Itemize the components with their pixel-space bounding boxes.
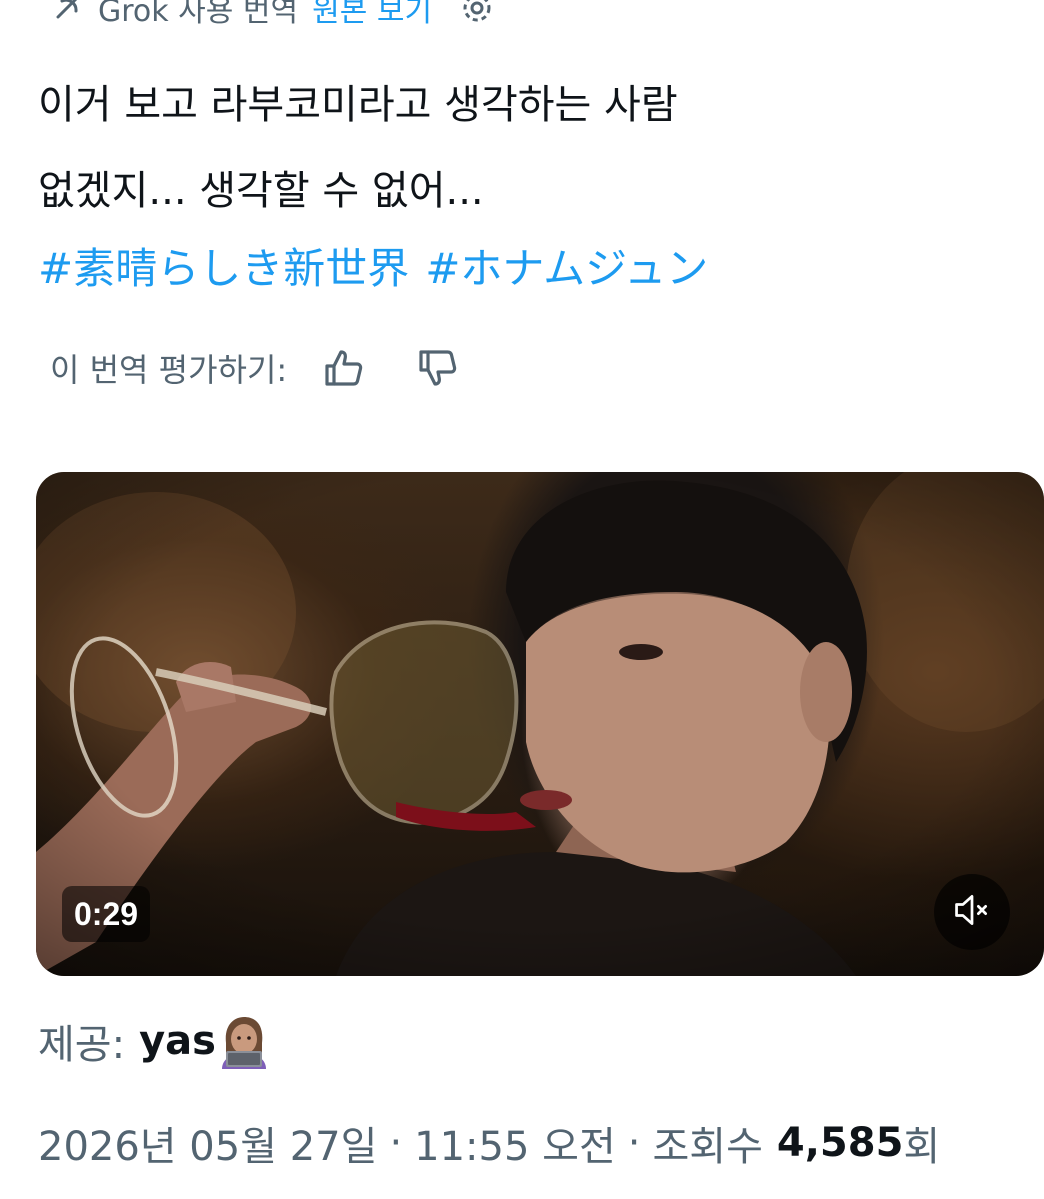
woman-technologist-emoji bbox=[218, 1013, 270, 1069]
thumbs-up-icon[interactable] bbox=[321, 346, 365, 390]
video-credit: 제공: yas bbox=[38, 1008, 270, 1074]
video-player[interactable]: 0:29 bbox=[36, 472, 1044, 976]
meta-separator: · bbox=[389, 1120, 403, 1166]
tweet-meta: 2026년 05월 27일 · 11:55 오전 · 조회수 4,585 회 bbox=[38, 1110, 940, 1176]
views-label: 조회수 bbox=[652, 1124, 763, 1170]
hashtag-link[interactable]: #ホナムジュン bbox=[425, 244, 708, 293]
show-original-link[interactable]: 원본 보기 bbox=[312, 0, 432, 30]
mute-button[interactable] bbox=[934, 874, 1010, 950]
hashtags: #素晴らしき新世界 #ホナムジュン bbox=[38, 234, 708, 304]
meta-separator: · bbox=[627, 1120, 641, 1166]
video-duration: 0:29 bbox=[62, 886, 151, 942]
thumbs-down-icon[interactable] bbox=[415, 346, 459, 390]
tweet-date[interactable]: 2026년 05월 27일 bbox=[38, 1114, 377, 1172]
tweet-text: 이거 보고 라부코미라고 생각하는 사람 없겠지... 생각할 수 없어... bbox=[38, 62, 998, 234]
translation-bar: Grok 사용 번역 원본 보기 bbox=[50, 0, 494, 30]
video-frame bbox=[36, 472, 1044, 976]
grok-logo-icon bbox=[50, 0, 84, 25]
hashtag-link[interactable]: #素晴らしき新世界 bbox=[38, 244, 409, 293]
rate-translation-label: 이 번역 평가하기: bbox=[50, 351, 288, 389]
translation-source-label: Grok 사용 번역 bbox=[98, 0, 299, 29]
tweet-text-line-2: 없겠지... 생각할 수 없어... bbox=[38, 168, 484, 214]
rate-translation: 이 번역 평가하기: bbox=[50, 340, 459, 396]
speaker-muted-icon bbox=[952, 890, 992, 934]
credit-label: 제공: bbox=[38, 1022, 126, 1068]
credit-username[interactable]: yas bbox=[139, 1018, 216, 1064]
views-count[interactable]: 4,585 bbox=[777, 1120, 904, 1166]
gear-icon[interactable] bbox=[460, 0, 494, 25]
tweet-time[interactable]: 11:55 오전 bbox=[414, 1114, 616, 1172]
views-suffix: 회 bbox=[903, 1124, 941, 1170]
tweet-text-line-1: 이거 보고 라부코미라고 생각하는 사람 bbox=[38, 82, 678, 128]
